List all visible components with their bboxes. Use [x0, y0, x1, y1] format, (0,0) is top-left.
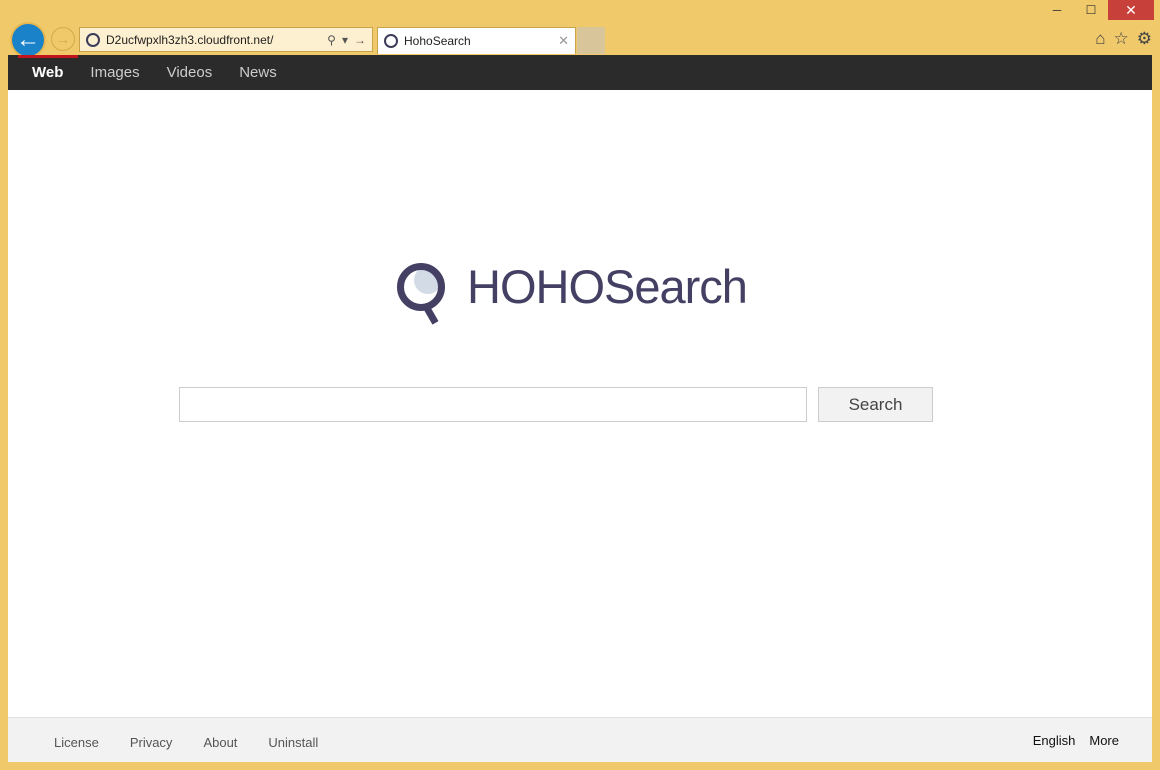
close-button[interactable]: ✕ — [1108, 0, 1154, 20]
footer-license-link[interactable]: License — [54, 735, 99, 750]
language-link[interactable]: English — [1033, 733, 1076, 748]
window-controls: ─ ☐ ✕ — [1040, 0, 1154, 20]
footer: License Privacy About Uninstall English … — [8, 717, 1152, 762]
nav-news[interactable]: News — [239, 64, 277, 81]
search-button[interactable]: Search — [818, 387, 933, 422]
new-tab-button[interactable] — [577, 27, 605, 54]
settings-gear-icon[interactable]: ⚙ — [1137, 29, 1152, 49]
browser-tab[interactable]: HohoSearch ✕ — [377, 27, 576, 54]
nav-videos[interactable]: Videos — [167, 64, 213, 81]
home-icon[interactable]: ⌂ — [1095, 29, 1105, 49]
footer-about-link[interactable]: About — [203, 735, 237, 750]
toolbar: ⌂ ☆ ⚙ — [1095, 29, 1152, 49]
favorites-star-icon[interactable]: ☆ — [1114, 29, 1129, 49]
dropdown-icon[interactable]: ▾ — [342, 33, 348, 47]
logo-text: HOHOSearch — [467, 260, 748, 313]
footer-uninstall-link[interactable]: Uninstall — [268, 735, 318, 750]
tab-favicon-icon — [384, 34, 398, 48]
back-button[interactable]: ← — [10, 22, 46, 58]
more-link[interactable]: More — [1089, 733, 1119, 748]
active-tab-indicator — [18, 55, 78, 58]
search-nav: Web Images Videos News — [8, 55, 1152, 90]
site-favicon-icon — [86, 32, 100, 47]
nav-web[interactable]: Web — [32, 64, 63, 81]
nav-images[interactable]: Images — [90, 64, 139, 81]
hohosearch-logo: HOHOSearch — [397, 259, 748, 314]
maximize-button[interactable]: ☐ — [1074, 0, 1108, 20]
search-icon[interactable]: ⚲ — [327, 33, 336, 47]
search-input[interactable] — [179, 387, 807, 422]
minimize-button[interactable]: ─ — [1040, 0, 1074, 20]
go-arrow-icon[interactable]: → — [354, 33, 366, 47]
close-tab-icon[interactable]: ✕ — [558, 33, 569, 49]
address-text[interactable]: D2ucfwpxlh3zh3.cloudfront.net/ — [106, 33, 273, 47]
magnifier-logo-icon — [397, 262, 445, 311]
footer-privacy-link[interactable]: Privacy — [130, 735, 173, 750]
tab-title: HohoSearch — [404, 34, 471, 48]
forward-button[interactable]: → — [51, 27, 75, 51]
address-bar[interactable]: D2ucfwpxlh3zh3.cloudfront.net/ ⚲ ▾ → — [79, 27, 373, 52]
